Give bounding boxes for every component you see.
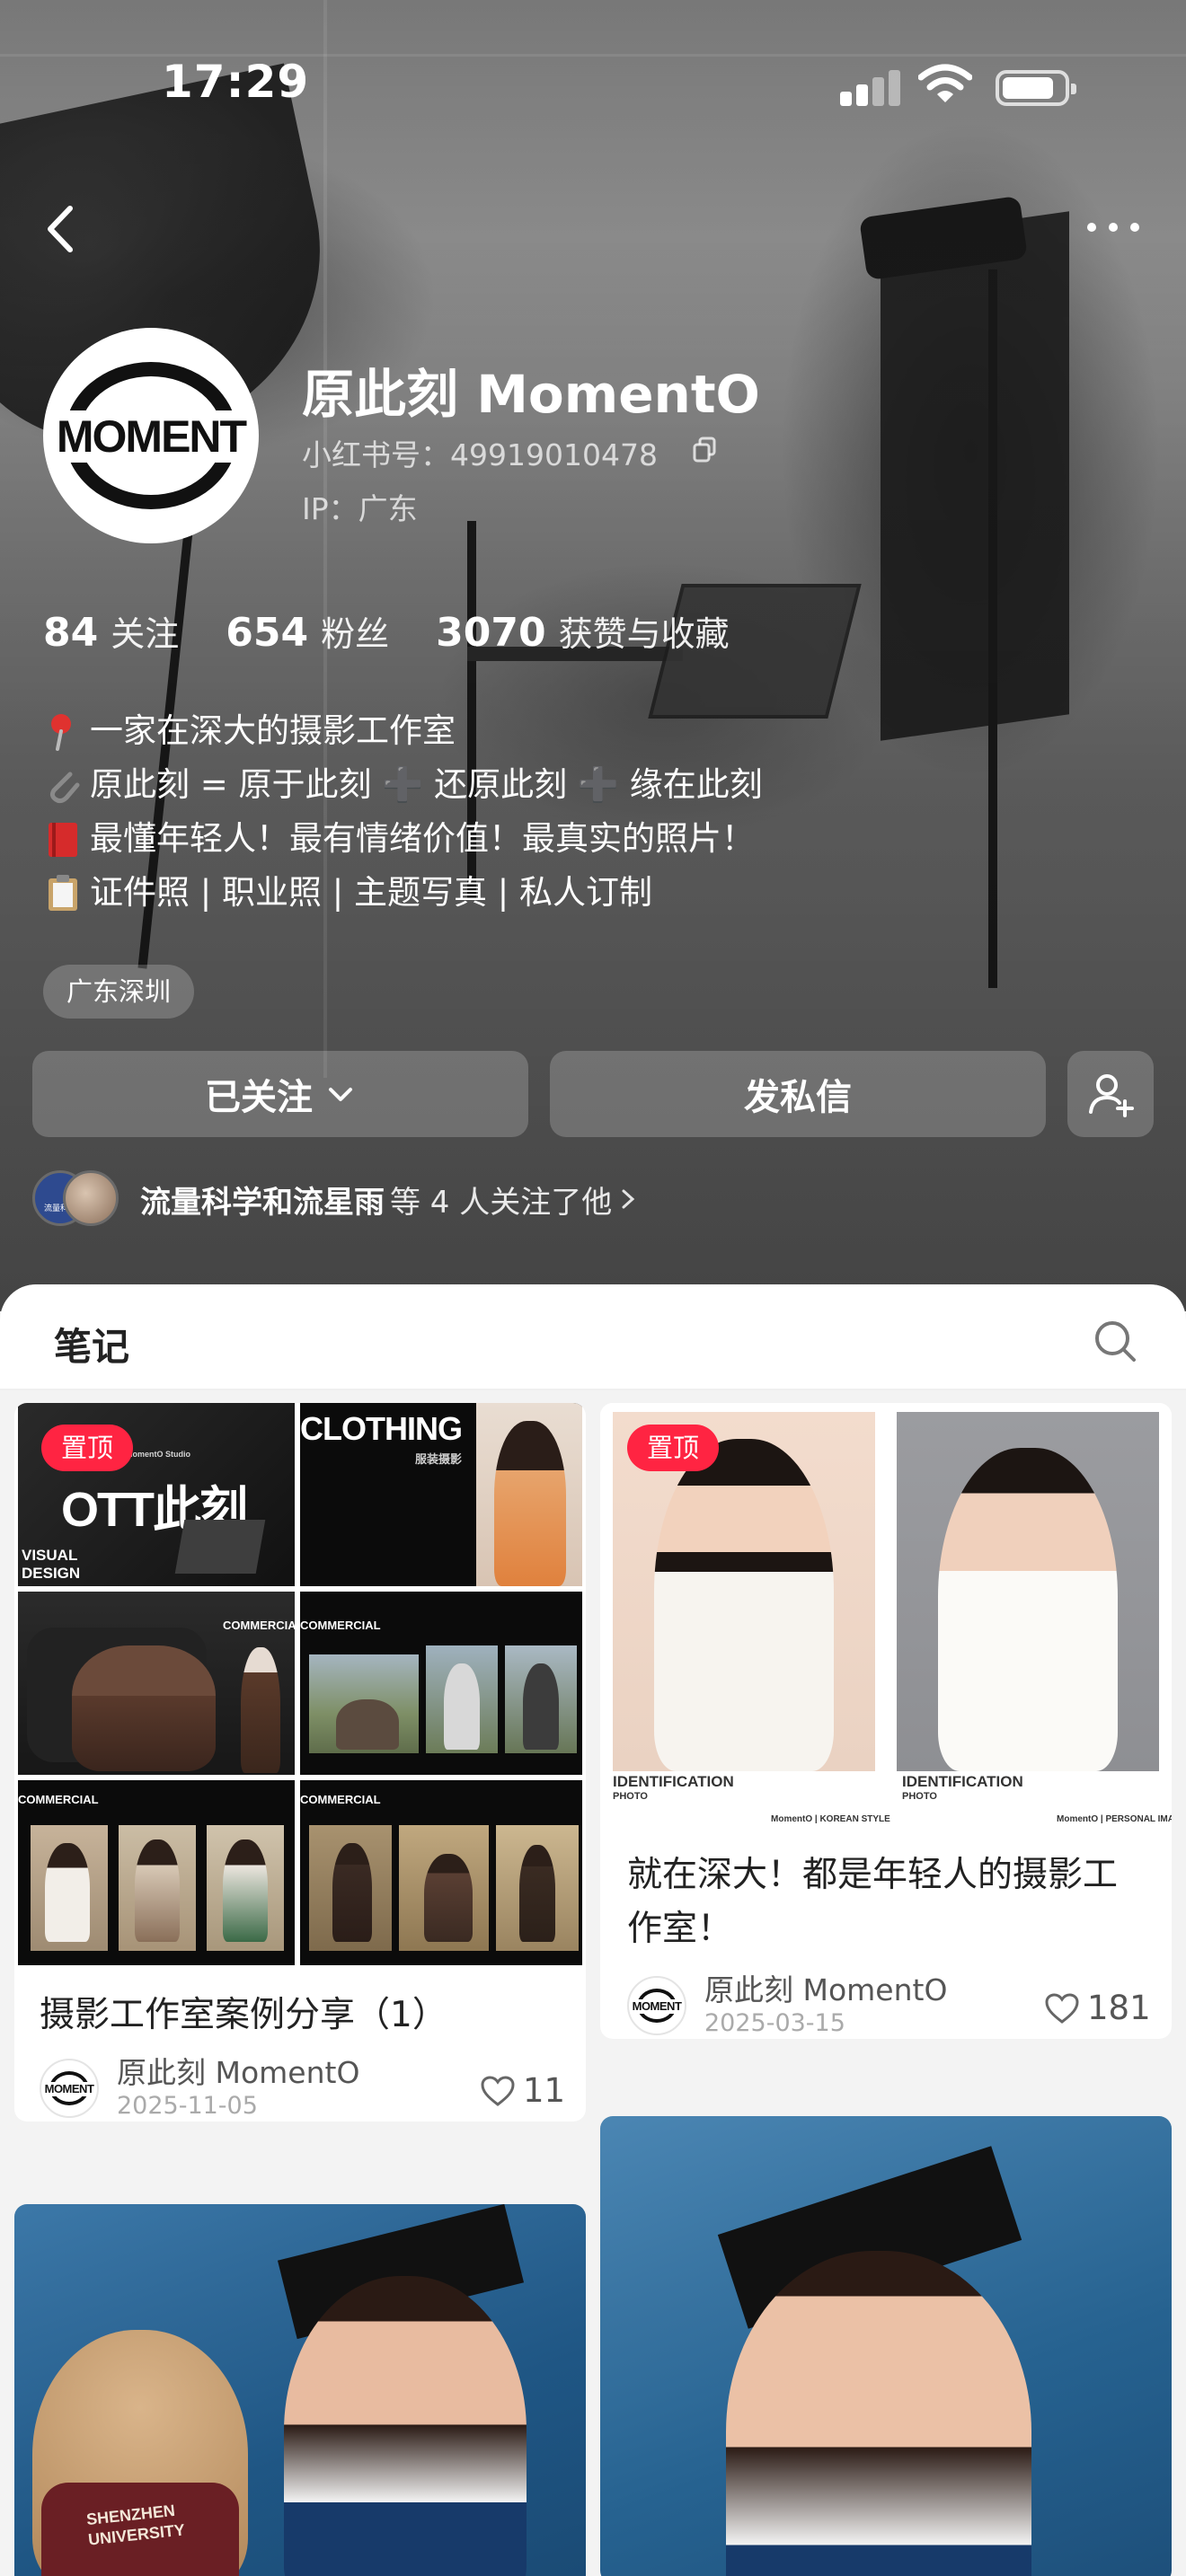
avatar: MOMENT	[627, 1976, 686, 2035]
like-button[interactable]: 181	[1044, 1989, 1151, 2027]
note-cover: SHENZHEN UNIVERSITY	[14, 2204, 586, 2576]
note-cover: OTT此刻 MomentO Studio VISUAL DESIGN CLOTH…	[18, 1403, 582, 1965]
paperclip-icon	[49, 772, 80, 804]
heart-icon	[481, 2075, 515, 2106]
add-user-icon	[1089, 1074, 1134, 1117]
battery-icon	[996, 70, 1076, 106]
note-cover	[600, 2116, 1172, 2576]
followers-count[interactable]: 654	[226, 610, 308, 656]
tab-notes[interactable]: 笔记	[54, 1317, 129, 1372]
chevron-right-icon	[622, 1189, 635, 1209]
bio-line: 一家在深大的摄影工作室	[43, 704, 1139, 758]
likes-label[interactable]: 获赞与收藏	[559, 606, 730, 656]
notes-sheet: 笔记 置顶 OTT此刻 MomentO Studio VISUAL DESIGN…	[0, 1284, 1186, 2576]
pin-icon	[51, 714, 71, 751]
status-time: 17:29	[162, 56, 310, 108]
bio-line: 证件照 | 职业照 | 主题写真 | 私人订制	[43, 866, 1139, 920]
pinned-badge: 置顶	[41, 1425, 134, 1471]
location-tag[interactable]: 广东深圳	[43, 965, 195, 1019]
note-card[interactable]: SHENZHEN UNIVERSITY	[14, 2204, 586, 2576]
mutual-followers[interactable]: 流量科学 流量科学和流星雨 等 4 人关注了他	[32, 1168, 639, 1231]
chevron-down-icon	[329, 1088, 352, 1101]
profile-ip: IP：广东	[302, 491, 418, 526]
add-friend-button[interactable]	[1067, 1051, 1154, 1137]
note-title: 就在深大！都是年轻人的摄影工作室！	[627, 1855, 1119, 1949]
profile-id: 小红书号：49919010478	[302, 437, 658, 472]
red-book-icon	[49, 823, 77, 857]
note-title: 摄影工作室案例分享（1）	[40, 1995, 447, 2035]
back-icon[interactable]	[40, 198, 93, 260]
profile-stats: 84 关注 654 粉丝 3070 获赞与收藏	[43, 606, 776, 660]
following-label[interactable]: 关注	[111, 606, 179, 656]
following-button[interactable]: 已关注	[32, 1051, 528, 1137]
profile-bio: 一家在深大的摄影工作室 原此刻 = 原于此刻 ➕ 还原此刻 ➕ 缘在此刻 最懂年…	[43, 704, 1139, 920]
note-card[interactable]	[600, 2116, 1172, 2576]
note-author[interactable]: MOMENT 原此刻 MomentO 2025-03-15	[627, 1972, 947, 2039]
profile-name: 原此刻 MomentO	[302, 364, 760, 425]
avatar	[63, 1170, 119, 1226]
profile-avatar[interactable]: MOMENT	[43, 328, 259, 543]
cellular-signal-icon	[840, 70, 903, 106]
mutual-names: 流量科学和流星雨	[140, 1184, 385, 1221]
followers-label[interactable]: 粉丝	[321, 606, 389, 656]
note-card[interactable]: 置顶 IDENTIFICATION PHOTO IDENTIFICATION P…	[600, 1403, 1172, 2039]
like-button[interactable]: 11	[480, 2071, 565, 2110]
copy-icon[interactable]	[692, 437, 717, 463]
note-author[interactable]: MOMENT 原此刻 MomentO 2025-11-05	[40, 2055, 359, 2122]
message-button[interactable]: 发私信	[550, 1051, 1046, 1137]
pinned-badge: 置顶	[627, 1425, 720, 1471]
status-bar: 17:29	[0, 0, 1186, 171]
wifi-icon	[918, 64, 972, 102]
tab-bar: 笔记	[0, 1284, 1186, 1390]
more-options-icon[interactable]	[1078, 214, 1150, 241]
clipboard-icon	[49, 875, 77, 911]
mutual-text: 等 4 人关注了他	[390, 1184, 613, 1221]
search-icon[interactable]	[1093, 1319, 1137, 1363]
note-card[interactable]: 置顶 OTT此刻 MomentO Studio VISUAL DESIGN CL…	[14, 1403, 586, 2122]
likes-count[interactable]: 3070	[436, 610, 545, 656]
avatar: MOMENT	[40, 2059, 99, 2118]
bio-line: 原此刻 = 原于此刻 ➕ 还原此刻 ➕ 缘在此刻	[43, 758, 1139, 812]
bio-line: 最懂年轻人！最有情绪价值！最真实的照片！	[43, 812, 1139, 866]
following-count[interactable]: 84	[43, 610, 98, 656]
heart-icon	[1045, 1992, 1079, 2024]
